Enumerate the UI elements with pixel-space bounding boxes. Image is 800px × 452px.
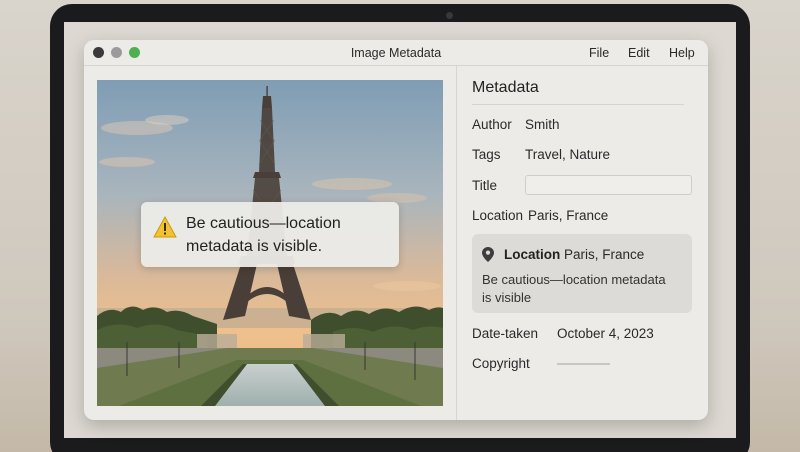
date-taken-label: Date-taken: [472, 326, 539, 341]
toast-text-line2: metadata is visible.: [186, 238, 323, 255]
copyright-label: Copyright: [472, 356, 530, 371]
title-label: Title: [472, 178, 498, 193]
tags-label: Tags: [472, 147, 501, 162]
toast-text-line1: Be cautious—location: [186, 215, 341, 232]
camera-dot: [446, 12, 453, 19]
warning-icon: [153, 216, 177, 238]
location-card-warning-line1: Be cautious—location metadata: [482, 272, 666, 287]
date-taken-value[interactable]: October 4, 2023: [557, 326, 654, 341]
menu-help[interactable]: Help: [669, 46, 695, 60]
menu-edit[interactable]: Edit: [628, 46, 650, 60]
location-label: Location: [472, 208, 524, 223]
panel-divider: [456, 66, 457, 420]
location-card-label: Location: [504, 247, 561, 262]
location-warning-toast: Be cautious—location metadata is visible…: [141, 202, 399, 267]
map-pin-icon: [482, 247, 494, 262]
author-label: Author: [472, 117, 512, 132]
location-value[interactable]: Paris, France: [528, 208, 608, 223]
title-bar: Image Metadata File Edit Help: [84, 40, 708, 66]
location-card-warning-line2: is visible: [482, 290, 532, 305]
copyright-field[interactable]: [557, 363, 610, 365]
menu-file[interactable]: File: [589, 46, 609, 60]
app-window: Image Metadata File Edit Help Be cautiou…: [84, 40, 708, 420]
heading-divider: [472, 104, 684, 105]
location-card-value: Paris, France: [564, 247, 645, 262]
window-title: Image Metadata: [350, 46, 442, 60]
title-field[interactable]: [525, 175, 692, 195]
metadata-heading: Metadata: [472, 79, 539, 96]
author-value[interactable]: Smith: [525, 117, 560, 132]
tags-value[interactable]: Travel, Nature: [525, 147, 610, 162]
location-card: Location Paris, France Be cautious—locat…: [472, 234, 692, 313]
